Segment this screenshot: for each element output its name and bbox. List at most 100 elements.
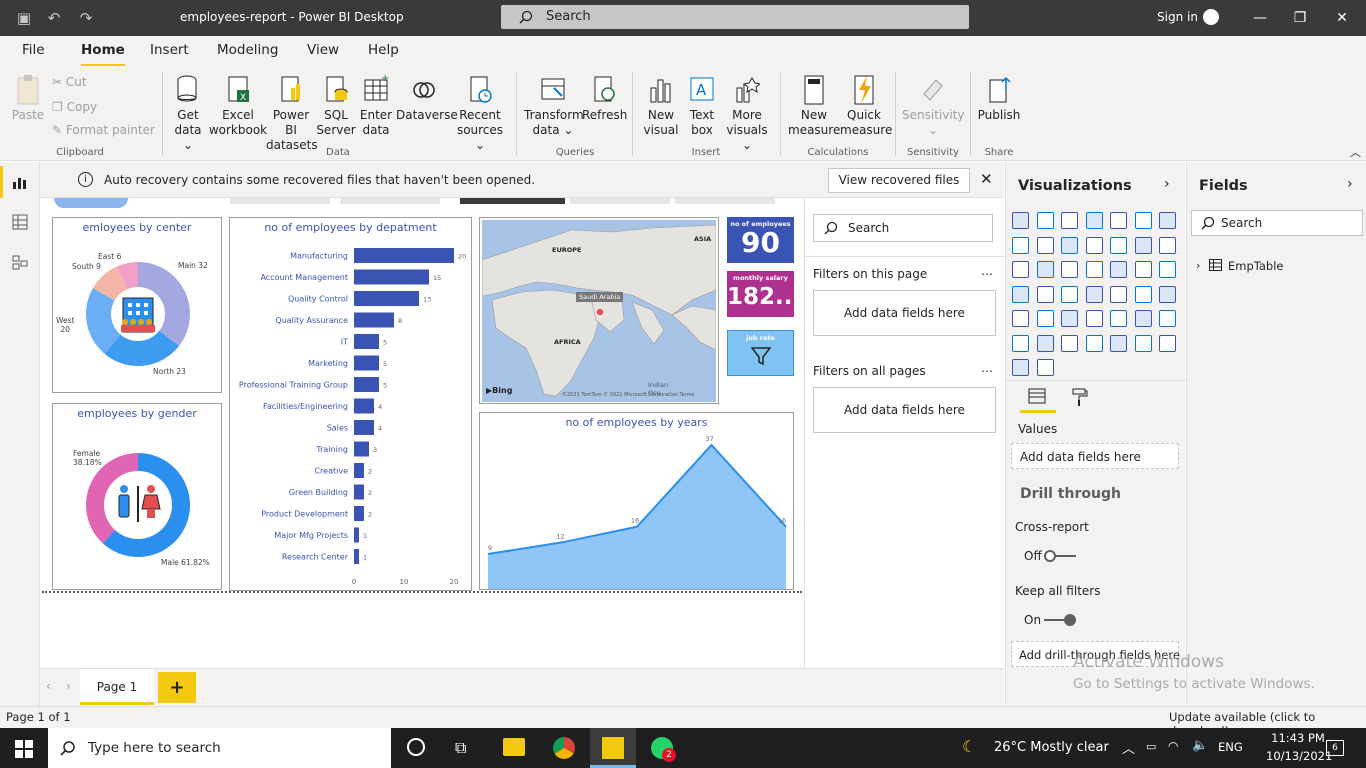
visual-type-icon[interactable] [1159, 212, 1176, 229]
visual-type-icon[interactable] [1036, 310, 1054, 327]
menu-modeling[interactable]: Modeling [217, 42, 278, 58]
close-icon[interactable]: ✕ [980, 170, 993, 188]
enter-data-button[interactable]: + Enter data [356, 70, 396, 138]
visual-type-icon[interactable] [1036, 359, 1054, 376]
visual-type-icon[interactable] [1012, 359, 1029, 376]
map-pin[interactable] [595, 307, 605, 317]
visual-type-icon[interactable] [1159, 236, 1176, 254]
visual-type-icon[interactable] [1110, 212, 1127, 229]
visual-type-icon[interactable] [1061, 285, 1078, 303]
page-tab-1[interactable]: Page 1 [80, 669, 154, 705]
gender-donut-card[interactable]: employees by gender Female 38.18% Male 6… [52, 403, 222, 590]
menu-view[interactable]: View [307, 42, 339, 58]
sql-server-button[interactable]: SQL Server [316, 70, 356, 138]
add-page-button[interactable]: + [158, 672, 196, 703]
more-options-icon[interactable]: … [981, 264, 993, 278]
close-button[interactable]: ✕ [1330, 8, 1354, 28]
bar-6[interactable] [354, 377, 379, 392]
network-icon[interactable]: ◠ [1168, 739, 1178, 753]
cross-report-toggle[interactable] [1044, 549, 1076, 563]
center-donut-card[interactable]: emloyees by center East 6 South 9 Main 3… [52, 217, 222, 393]
maximize-button[interactable]: ❐ [1288, 8, 1312, 28]
visual-type-icon[interactable] [1012, 285, 1029, 303]
visual-type-icon[interactable] [1134, 261, 1152, 278]
bar-9[interactable] [354, 441, 369, 457]
next-page-icon[interactable]: › [66, 679, 71, 693]
copy-button[interactable]: ❐ Copy [52, 100, 97, 114]
windows-start-icon[interactable] [15, 740, 33, 758]
visual-type-icon[interactable] [1134, 285, 1152, 303]
department-bar-card[interactable]: no of employees by depatment Manufacturi… [229, 217, 472, 591]
visual-type-icon[interactable] [1036, 334, 1054, 352]
format-painter-button[interactable]: ✎ Format painter [52, 123, 155, 137]
bar-8[interactable] [354, 420, 374, 435]
visual-type-icon[interactable] [1012, 261, 1029, 278]
visual-type-icon[interactable] [1085, 212, 1103, 229]
publish-button[interactable]: Publish [976, 70, 1022, 123]
get-data-button[interactable]: Get data ⌄ [168, 70, 208, 153]
visual-type-icon[interactable] [1159, 334, 1176, 352]
visual-type-icon[interactable] [1110, 334, 1127, 352]
visual-type-icon[interactable] [1061, 212, 1078, 229]
title-search-box[interactable]: Search [501, 5, 969, 29]
taskbar-search-box[interactable]: Type here to search [48, 728, 391, 768]
bar-0[interactable] [354, 248, 454, 263]
data-view-icon[interactable] [12, 214, 28, 230]
transform-data-button[interactable]: Transform data ⌄ [524, 70, 584, 138]
visual-type-icon[interactable] [1159, 261, 1176, 278]
visual-type-icon[interactable] [1085, 310, 1103, 327]
tray-chevron-icon[interactable]: ︿ [1122, 738, 1135, 757]
sensitivity-button[interactable]: Sensitivity ⌄ [902, 70, 964, 138]
visual-type-icon[interactable] [1036, 285, 1054, 303]
visual-type-icon[interactable] [1085, 285, 1103, 303]
visual-type-icon[interactable] [1012, 212, 1029, 229]
chevron-right-icon[interactable]: › [1347, 176, 1353, 192]
kpi-employees-card[interactable]: no of employees 90 [727, 217, 794, 263]
bar-4[interactable] [354, 334, 379, 349]
cut-button[interactable]: ✂ Cut [52, 75, 87, 89]
bar-7[interactable] [354, 398, 374, 414]
visual-type-icon[interactable] [1134, 310, 1152, 327]
menu-file[interactable]: File [22, 42, 45, 58]
filters-all-pages-drop[interactable]: Add data fields here [813, 387, 996, 433]
refresh-button[interactable]: Refresh [582, 70, 627, 123]
more-options-icon[interactable]: … [981, 361, 993, 375]
paint-roller-icon[interactable] [1070, 388, 1088, 406]
file-explorer-icon[interactable] [503, 738, 525, 756]
visual-type-icon[interactable] [1036, 261, 1054, 278]
visual-type-icon[interactable] [1110, 310, 1127, 327]
more-visuals-button[interactable]: More visuals ⌄ [722, 70, 772, 153]
chevron-right-icon[interactable]: › [1164, 176, 1170, 192]
redo-icon[interactable]: ↷ [76, 8, 96, 28]
prev-page-icon[interactable]: ‹ [46, 679, 51, 693]
visual-type-icon[interactable] [1159, 285, 1176, 303]
dataverse-button[interactable]: Dataverse [396, 70, 458, 123]
menu-home[interactable]: Home [81, 42, 125, 67]
bar-14[interactable] [354, 549, 359, 564]
fields-well-icon[interactable] [1028, 388, 1046, 406]
visual-type-icon[interactable] [1061, 310, 1078, 327]
visual-type-icon[interactable] [1012, 310, 1029, 327]
weather-text[interactable]: 26°C Mostly clear [994, 740, 1109, 755]
visual-type-icon[interactable] [1110, 236, 1127, 254]
save-icon[interactable]: ▣ [14, 8, 34, 28]
years-area-card[interactable]: no of employees by years 9 12 16 37 16 [479, 412, 794, 590]
sign-in-link[interactable]: Sign in [1157, 10, 1198, 24]
undo-icon[interactable]: ↶ [44, 8, 64, 28]
visual-type-icon[interactable] [1110, 285, 1127, 303]
task-view-icon[interactable]: ⧉ [455, 738, 466, 758]
language-indicator[interactable]: ENG [1218, 740, 1243, 754]
paste-button[interactable]: Paste [10, 70, 46, 123]
excel-workbook-button[interactable]: X Excel workbook [208, 70, 268, 138]
keep-filters-toggle[interactable] [1044, 613, 1076, 627]
text-box-button[interactable]: A Text box [682, 70, 722, 138]
volume-icon[interactable]: 🔈 [1192, 738, 1208, 753]
bar-13[interactable] [354, 527, 359, 543]
visual-type-icon[interactable] [1110, 261, 1127, 278]
chrome-icon[interactable] [553, 737, 575, 759]
clock-date[interactable]: 10/13/2021 [1266, 749, 1332, 763]
visual-type-icon[interactable] [1085, 334, 1103, 352]
field-table-emptable[interactable]: EmpTable [1228, 259, 1284, 273]
map-card[interactable]: EUROPE ASIA AFRICA Saudi Arabia Indian O… [479, 217, 719, 404]
visual-type-icon[interactable] [1134, 334, 1152, 352]
